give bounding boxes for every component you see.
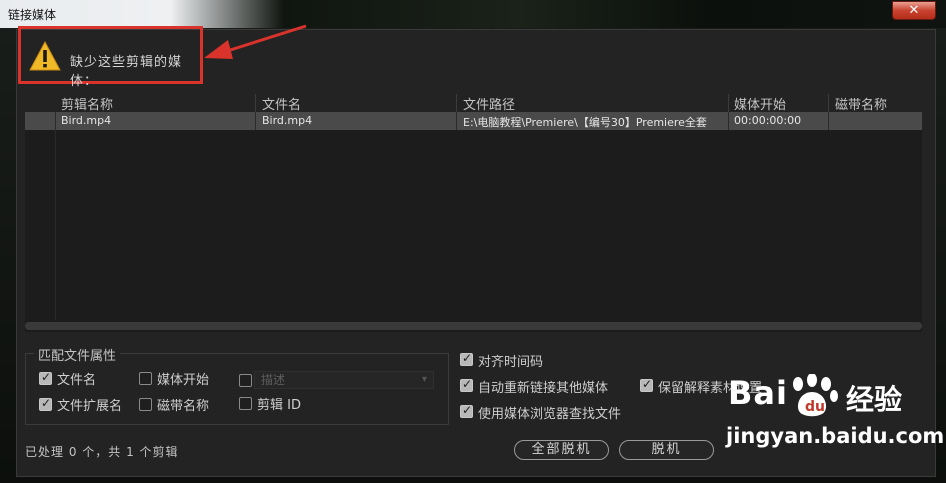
horizontal-scrollbar[interactable]	[25, 322, 922, 330]
watermark-brand: Bai	[728, 374, 788, 412]
column-guide	[55, 130, 56, 320]
column-header-file-name[interactable]: 文件名	[262, 94, 301, 113]
cell-divider	[728, 112, 729, 130]
column-header-media-start[interactable]: 媒体开始	[734, 94, 786, 113]
paw-icon: du	[793, 374, 838, 417]
cell-clip-name: Bird.mp4	[61, 114, 112, 127]
column-divider	[828, 94, 829, 112]
table-row[interactable]: Bird.mp4 Bird.mp4 E:\电脑教程\Premiere\【编号30…	[25, 112, 922, 130]
watermark-brand-suffix: 经验	[846, 383, 903, 416]
checkbox-label: 文件名	[57, 373, 97, 388]
description-select: 描述 ▾	[254, 371, 434, 389]
offline-all-button[interactable]: 全部脱机	[514, 440, 609, 460]
cell-divider	[55, 112, 56, 130]
checkbox-file-extension[interactable]	[39, 396, 52, 411]
cell-divider	[828, 112, 829, 130]
table-header: 剪辑名称 文件名 文件路径 媒体开始 磁带名称	[25, 92, 922, 113]
checkbox-clip-id[interactable]	[239, 397, 252, 410]
checkbox-align-timecode[interactable]	[460, 351, 473, 366]
column-divider	[255, 94, 256, 112]
checkbox-use-media-browser[interactable]	[460, 403, 473, 418]
window-frame: 链接媒体 ✕ 缺少这些剪辑的媒体： 剪辑名称 文件名 文件路径 媒体开始 磁带名…	[0, 0, 946, 483]
column-divider	[456, 94, 457, 112]
checkbox-label: 磁带名称	[157, 399, 210, 414]
column-header-clip-name[interactable]: 剪辑名称	[61, 94, 113, 113]
svg-text:du: du	[805, 399, 825, 415]
scrollbar-thumb[interactable]	[25, 322, 922, 330]
checkbox-description[interactable]	[239, 374, 252, 387]
cell-divider	[456, 112, 457, 130]
checkbox-preserve-interpret[interactable]	[640, 377, 653, 392]
checkbox-tape-name[interactable]	[139, 398, 152, 411]
chevron-down-icon: ▾	[421, 374, 427, 385]
match-file-properties-group: 匹配文件属性	[25, 345, 449, 425]
checkbox-label: 剪辑 ID	[257, 398, 301, 413]
warning-highlight: 缺少这些剪辑的媒体：	[18, 26, 203, 89]
offline-button[interactable]: 脱机	[619, 440, 714, 460]
checkbox-media-start[interactable]	[139, 372, 152, 385]
column-header-file-path[interactable]: 文件路径	[463, 94, 515, 113]
missing-media-table: 剪辑名称 文件名 文件路径 媒体开始 磁带名称 Bird.mp4 Bird.mp…	[25, 92, 922, 332]
red-arrow-icon	[204, 24, 307, 59]
cell-media-start: 00:00:00:00	[734, 114, 802, 127]
checkbox-label: 媒体开始	[157, 373, 210, 388]
group-title: 匹配文件属性	[34, 345, 121, 364]
close-button[interactable]: ✕	[892, 1, 936, 20]
column-divider	[728, 94, 729, 112]
description-placeholder: 描述	[261, 373, 286, 387]
checkbox-file-name[interactable]	[39, 370, 52, 385]
checkbox-label: 使用媒体浏览器查找文件	[478, 407, 622, 422]
baidu-jingyan-watermark: Bai du 经验 jingyan.baidu.com	[718, 374, 944, 464]
checkbox-auto-relink[interactable]	[460, 377, 473, 392]
checkbox-label: 文件扩展名	[57, 399, 123, 414]
column-header-tape-name[interactable]: 磁带名称	[835, 94, 887, 113]
checkbox-label: 自动重新链接其他媒体	[478, 381, 609, 396]
warning-message: 缺少这些剪辑的媒体：	[70, 55, 183, 89]
status-text: 已处理 0 个，共 1 个剪辑	[25, 445, 179, 459]
checkbox-label: 对齐时间码	[478, 355, 544, 370]
cell-file-path: E:\电脑教程\Premiere\【编号30】Premiere全套	[463, 116, 707, 129]
cell-divider	[255, 112, 256, 130]
watermark-url: jingyan.baidu.com	[726, 424, 945, 448]
title-bar: 链接媒体 ✕	[0, 0, 946, 28]
cell-file-name: Bird.mp4	[262, 114, 313, 127]
warning-icon	[29, 41, 61, 71]
window-title: 链接媒体	[8, 8, 57, 22]
